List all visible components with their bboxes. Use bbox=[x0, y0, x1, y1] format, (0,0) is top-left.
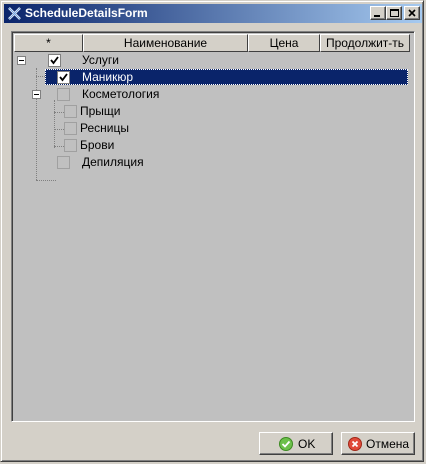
column-header-check[interactable]: * bbox=[14, 34, 83, 52]
maximize-button[interactable] bbox=[386, 6, 402, 20]
tree-line bbox=[36, 180, 56, 181]
row-checkbox[interactable] bbox=[57, 156, 70, 169]
column-header-name[interactable]: Наименование bbox=[83, 34, 248, 52]
row-label: Косметология bbox=[82, 87, 160, 101]
checkmark-icon bbox=[59, 73, 68, 82]
cancel-button-label: Отмена bbox=[366, 437, 410, 451]
row-checkbox[interactable] bbox=[64, 122, 77, 135]
close-icon bbox=[408, 9, 416, 17]
window-title: ScheduleDetailsForm bbox=[25, 6, 148, 20]
column-header-duration[interactable]: Продолжит-ть bbox=[320, 34, 410, 52]
row-label: Маникюр bbox=[82, 70, 134, 84]
tree-row[interactable]: Депиляция bbox=[12, 154, 412, 170]
minus-icon bbox=[19, 60, 24, 61]
tree-row[interactable]: Услуги bbox=[12, 52, 412, 68]
schedule-details-window: ScheduleDetailsForm * Наименование Цена … bbox=[0, 0, 424, 462]
collapse-toggle[interactable] bbox=[17, 56, 26, 65]
column-header-price[interactable]: Цена bbox=[248, 34, 320, 52]
minimize-icon bbox=[374, 15, 380, 17]
title-bar[interactable]: ScheduleDetailsForm bbox=[4, 4, 422, 23]
minus-icon bbox=[34, 94, 39, 95]
services-tree-grid[interactable]: * Наименование Цена Продолжит-ть Услуги … bbox=[11, 31, 415, 422]
row-checkbox[interactable] bbox=[64, 139, 77, 152]
minimize-button[interactable] bbox=[370, 6, 386, 20]
cancel-circle-icon bbox=[348, 437, 362, 451]
row-label: Брови bbox=[80, 138, 115, 152]
grid-header: * Наименование Цена Продолжит-ть bbox=[14, 34, 412, 52]
tree-row-selected[interactable]: Маникюр bbox=[12, 69, 412, 85]
maximize-icon bbox=[390, 9, 399, 17]
tree-row[interactable]: Прыщи bbox=[12, 103, 412, 119]
row-label: Прыщи bbox=[80, 104, 121, 118]
app-x-icon bbox=[8, 7, 21, 20]
tree-row[interactable]: Брови bbox=[12, 137, 412, 153]
tree-body: Услуги Маникюр Косметология Прыщи Ресниц… bbox=[12, 52, 412, 412]
collapse-toggle[interactable] bbox=[32, 90, 41, 99]
row-label: Услуги bbox=[82, 53, 119, 67]
check-circle-icon bbox=[279, 437, 293, 451]
row-checkbox[interactable] bbox=[48, 54, 61, 67]
tree-row[interactable]: Косметология bbox=[12, 86, 412, 102]
ok-button-label: OK bbox=[298, 437, 316, 451]
row-label: Депиляция bbox=[82, 155, 144, 169]
row-checkbox[interactable] bbox=[64, 105, 77, 118]
row-label: Ресницы bbox=[80, 121, 129, 135]
close-button[interactable] bbox=[404, 6, 420, 20]
row-checkbox[interactable] bbox=[57, 71, 70, 84]
row-checkbox[interactable] bbox=[57, 88, 70, 101]
tree-row[interactable]: Ресницы bbox=[12, 120, 412, 136]
ok-button[interactable]: OK bbox=[259, 432, 333, 455]
checkmark-icon bbox=[50, 56, 59, 65]
cancel-button[interactable]: Отмена bbox=[341, 432, 415, 455]
